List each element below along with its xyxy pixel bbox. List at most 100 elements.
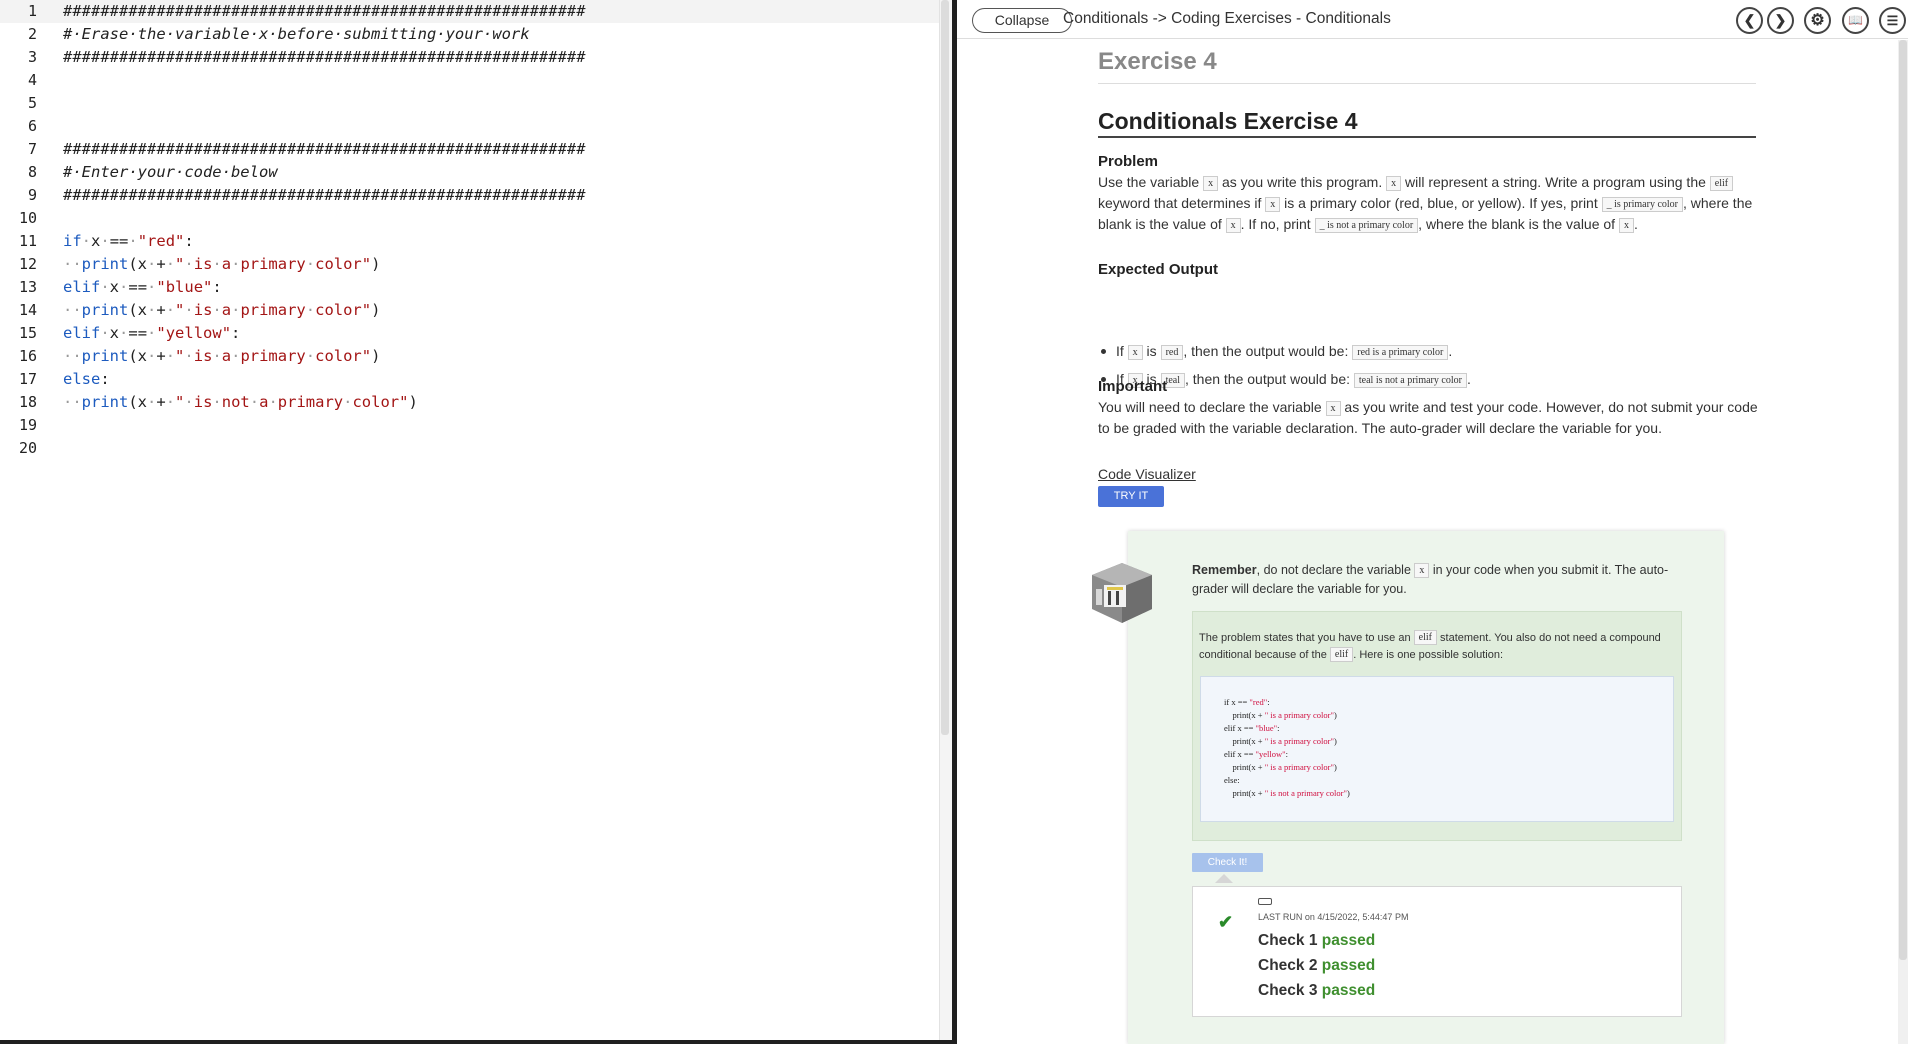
editor-line[interactable]: 14 ··print(x·+·"·is·a·primary·color") xyxy=(0,299,939,322)
line-number: 5 xyxy=(27,94,37,112)
code-text: ··print(x·+·"·is·a·primary·color") xyxy=(63,347,381,365)
line-number: 12 xyxy=(18,255,37,273)
editor-line[interactable]: 15 elif·x·==·"yellow": xyxy=(0,322,939,345)
line-number: 6 xyxy=(27,117,37,135)
editor-line[interactable]: 6 xyxy=(0,115,939,138)
line-number: 19 xyxy=(18,416,37,434)
inline-code: teal is not a primary color xyxy=(1353,373,1467,388)
editor-line[interactable]: 11 if·x·==·"red": xyxy=(0,230,939,253)
robot-grader-icon xyxy=(1092,563,1152,623)
solution-code: if x == "red": print(x + " is a primary … xyxy=(1224,697,1350,798)
line-number: 15 xyxy=(18,324,37,342)
line-number: 17 xyxy=(18,370,37,388)
list-icon[interactable]: ☰ xyxy=(1879,7,1906,34)
editor-line[interactable]: 8 #·Enter·your·code·below xyxy=(0,161,939,184)
collapse-button[interactable]: Collapse xyxy=(972,8,1072,33)
code-text: elif·x·==·"yellow": xyxy=(63,324,241,342)
editor-line[interactable]: 9 ######################################… xyxy=(0,184,939,207)
breadcrumb: Conditionals -> Coding Exercises - Condi… xyxy=(1063,10,1391,27)
title-divider xyxy=(1098,136,1756,138)
remember-note: Remember, do not declare the variable x … xyxy=(1192,563,1669,596)
editor-line[interactable]: 19 xyxy=(0,414,939,437)
line-number: 20 xyxy=(18,439,37,457)
editor-line[interactable]: 7 ######################################… xyxy=(0,138,939,161)
problem-heading: Problem xyxy=(1098,153,1159,170)
chevron-left-icon[interactable]: ❮ xyxy=(1736,7,1763,34)
code-text: else: xyxy=(63,370,110,388)
important-text: You will need to declare the variable x … xyxy=(1098,399,1758,436)
exercise-heading: Exercise 4 xyxy=(1098,48,1217,75)
line-number: 8 xyxy=(27,163,37,181)
gear-icon[interactable]: ⚙ xyxy=(1804,7,1831,34)
check-result: Check 3 passed xyxy=(1258,982,1376,999)
line-number: 13 xyxy=(18,278,37,296)
editor-line[interactable]: 3 ######################################… xyxy=(0,46,939,69)
editor-line[interactable]: 16 ··print(x·+·"·is·a·primary·color") xyxy=(0,345,939,368)
editor-line[interactable]: 1 ######################################… xyxy=(0,0,939,23)
inline-code: red xyxy=(1160,345,1184,360)
line-number: 7 xyxy=(27,140,37,158)
inline-code: x xyxy=(1265,197,1281,212)
chevron-right-icon[interactable]: ❯ xyxy=(1767,7,1794,34)
code-comment: ########################################… xyxy=(63,186,586,204)
heading-divider xyxy=(1098,83,1756,84)
check-result: Check 1 passed xyxy=(1258,932,1376,949)
problem-text: Use the variable x as you write this pro… xyxy=(1098,174,1753,233)
editor-line[interactable]: 5 xyxy=(0,92,939,115)
code-comment: #·Enter·your·code·below xyxy=(63,163,278,181)
inline-code: x xyxy=(1127,345,1143,360)
line-number: 2 xyxy=(27,25,37,43)
guide-toolbar: Collapse Conditionals -> Coding Exercise… xyxy=(957,0,1908,39)
expand-icon[interactable] xyxy=(1258,898,1272,905)
check-it-button[interactable]: Check It! xyxy=(1192,853,1263,872)
inline-code: x xyxy=(1325,401,1341,416)
page-title: Conditionals Exercise 4 xyxy=(1098,108,1358,134)
list-item: If x is red, then the output would be: r… xyxy=(1098,341,1758,369)
editor-bottom-border xyxy=(0,1040,952,1044)
code-keyword: if xyxy=(63,232,82,250)
code-comment: ########################################… xyxy=(63,140,586,158)
inline-code: x xyxy=(1386,176,1402,191)
book-icon[interactable]: 📖 xyxy=(1842,7,1869,34)
solution-intro: The problem states that you have to use … xyxy=(1199,630,1661,662)
code-text: elif·x·==·"blue": xyxy=(63,278,222,296)
editor-line[interactable]: 12 ··print(x·+·"·is·a·primary·color") xyxy=(0,253,939,276)
line-number: 3 xyxy=(27,48,37,66)
editor-line[interactable]: 17 else: xyxy=(0,368,939,391)
code-comment: ########################################… xyxy=(63,2,586,20)
code-visualizer-link[interactable]: Code Visualizer xyxy=(1098,466,1196,482)
inline-code: x xyxy=(1225,218,1241,233)
code-text: ··print(x·+·"·is·a·primary·color") xyxy=(63,301,381,319)
expected-output-list: If x is red, then the output would be: r… xyxy=(1098,341,1758,397)
inline-code: red is a primary color xyxy=(1352,345,1449,360)
editor-line[interactable]: 4 xyxy=(0,69,939,92)
line-number: 1 xyxy=(27,2,37,20)
expected-output-heading: Expected Output xyxy=(1098,261,1219,278)
inline-code: _ is primary color xyxy=(1601,197,1683,212)
try-it-button[interactable]: TRY IT xyxy=(1098,486,1164,507)
line-number: 18 xyxy=(18,393,37,411)
code-editor[interactable]: 1 ######################################… xyxy=(0,0,939,1044)
line-number: 11 xyxy=(18,232,37,250)
editor-line[interactable]: 20 xyxy=(0,437,939,460)
code-comment: ########################################… xyxy=(63,48,586,66)
inline-code: _ is not a primary color xyxy=(1314,218,1419,233)
editor-line[interactable]: 2 #·Erase·the·variable·x·before·submitti… xyxy=(0,23,939,46)
check-result: Check 2 passed xyxy=(1258,957,1376,974)
result-pointer xyxy=(1215,874,1233,883)
inline-code: x xyxy=(1618,218,1634,233)
inline-code: x xyxy=(1203,176,1219,191)
guide-scrollbar-thumb[interactable] xyxy=(1899,40,1907,960)
editor-line[interactable]: 10 xyxy=(0,207,939,230)
line-number: 14 xyxy=(18,301,37,319)
check-mark-icon: ✔ xyxy=(1218,912,1234,932)
inline-code: elif xyxy=(1329,647,1354,662)
line-number: 16 xyxy=(18,347,37,365)
editor-line[interactable]: 13 elif·x·==·"blue": xyxy=(0,276,939,299)
editor-scrollbar-thumb[interactable] xyxy=(941,0,949,735)
editor-line[interactable]: 18 ··print(x·+·"·is·not·a·primary·color"… xyxy=(0,391,939,414)
inline-code: elif xyxy=(1413,630,1437,645)
important-heading: Important xyxy=(1098,378,1168,395)
last-run-info: LAST RUN on 4/15/2022, 5:44:47 PM xyxy=(1258,912,1409,922)
line-number: 10 xyxy=(18,209,37,227)
